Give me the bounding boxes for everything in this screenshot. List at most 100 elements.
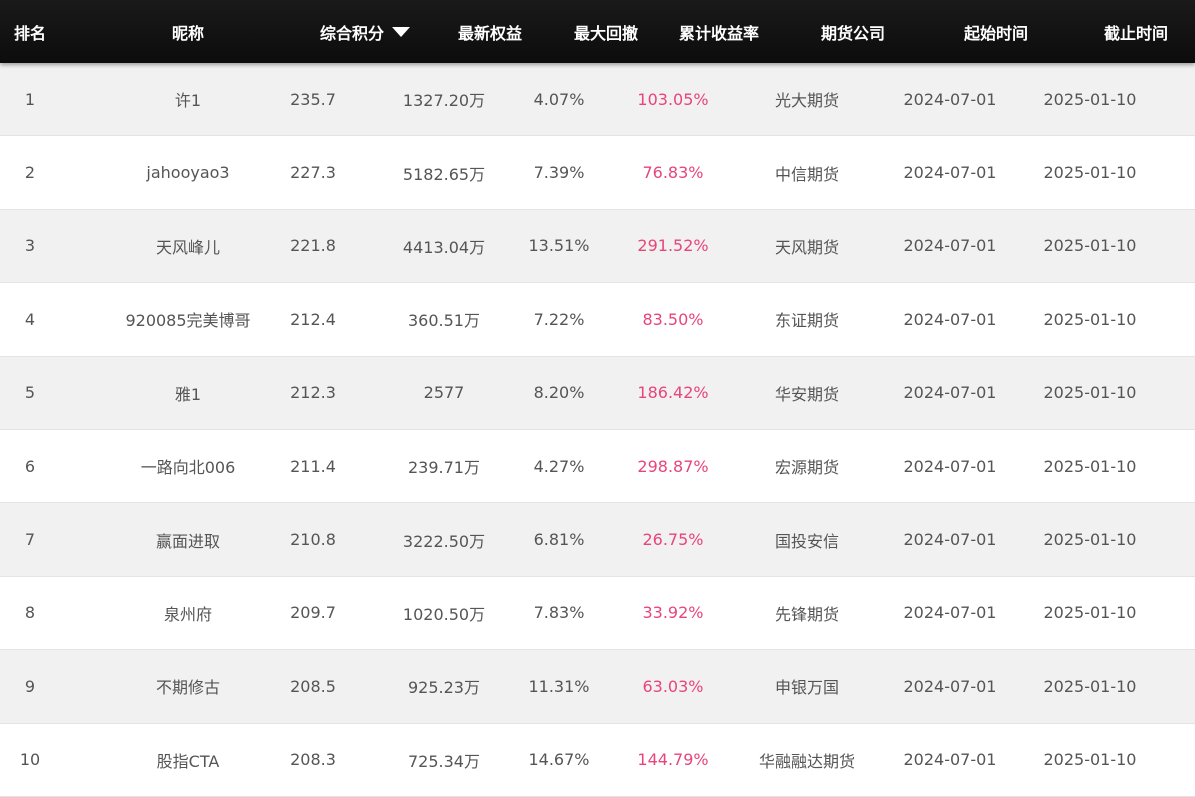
- cell-start-time: 2024-07-01: [903, 163, 997, 183]
- cell-end-time: 2025-01-10: [1043, 383, 1137, 403]
- table-header: 排名 昵称 综合积分 最新权益 最大回撤 累计收益率 期货公司 起始时间 截止时…: [0, 0, 1195, 63]
- cell-broker: 宏源期货: [774, 458, 839, 478]
- cell-rank: 8: [24, 603, 36, 623]
- cell-drawdown: 7.83%: [533, 603, 585, 623]
- cell-score: 221.8: [290, 236, 336, 256]
- table-row[interactable]: 4 920085完美博哥 212.4 360.51万 7.22% 83.50% …: [0, 283, 1195, 357]
- cell-equity: 925.23万: [408, 678, 480, 698]
- cell-return: 26.75%: [642, 530, 704, 550]
- table-row[interactable]: 2 jahooyao3 227.3 5182.65万 7.39% 76.83% …: [0, 136, 1195, 210]
- cell-end-time: 2025-01-10: [1043, 236, 1137, 256]
- cell-broker: 华融融达期货: [758, 751, 855, 771]
- cell-end-time: 2025-01-10: [1043, 530, 1137, 550]
- cell-rank: 7: [24, 530, 36, 550]
- cell-return: 76.83%: [642, 163, 704, 183]
- cell-drawdown: 7.39%: [533, 163, 585, 183]
- cell-rank: 9: [24, 676, 36, 696]
- cell-broker: 光大期货: [774, 91, 839, 111]
- cell-rank: 6: [24, 456, 36, 476]
- cell-return: 144.79%: [637, 750, 709, 770]
- cell-broker: 中信期货: [774, 164, 839, 184]
- cell-return: 298.87%: [637, 456, 709, 476]
- cell-end-time: 2025-01-10: [1043, 89, 1137, 109]
- cell-end-time: 2025-01-10: [1043, 163, 1137, 183]
- cell-start-time: 2024-07-01: [903, 309, 997, 329]
- cell-drawdown: 6.81%: [533, 530, 585, 550]
- table-row[interactable]: 1 许1 235.7 1327.20万 4.07% 103.05% 光大期货 2…: [0, 63, 1195, 137]
- cell-score: 212.4: [290, 309, 336, 329]
- cell-score: 235.7: [290, 89, 336, 109]
- cell-start-time: 2024-07-01: [903, 603, 997, 623]
- cell-start-time: 2024-07-01: [903, 676, 997, 696]
- cell-end-time: 2025-01-10: [1043, 676, 1137, 696]
- cell-rank: 1: [24, 89, 36, 109]
- cell-return: 33.92%: [642, 603, 704, 623]
- cell-broker: 华安期货: [774, 384, 839, 404]
- cell-rank: 2: [24, 163, 36, 183]
- table-row[interactable]: 5 雅1 212.3 2577 8.20% 186.42% 华安期货 2024-…: [0, 356, 1195, 430]
- table-row[interactable]: 7 赢面进取 210.8 3222.50万 6.81% 26.75% 国投安信 …: [0, 503, 1195, 577]
- header-score-label: 综合积分: [319, 23, 384, 43]
- cell-equity: 360.51万: [408, 311, 480, 331]
- header-broker[interactable]: 期货公司: [800, 0, 906, 63]
- cell-end-time: 2025-01-10: [1043, 750, 1137, 770]
- cell-broker: 天风期货: [774, 237, 839, 257]
- cell-rank: 10: [19, 750, 41, 770]
- table-row[interactable]: 9 不期修古 208.5 925.23万 11.31% 63.03% 申银万国 …: [0, 650, 1195, 724]
- cell-return: 103.05%: [637, 89, 709, 109]
- cell-score: 212.3: [290, 383, 336, 403]
- table-row[interactable]: 3 天风峰儿 221.8 4413.04万 13.51% 291.52% 天风期…: [0, 209, 1195, 284]
- table-body: 1 许1 235.7 1327.20万 4.07% 103.05% 光大期货 2…: [0, 63, 1195, 797]
- ranking-table: 排名 昵称 综合积分 最新权益 最大回撤 累计收益率 期货公司 起始时间 截止时…: [0, 0, 1195, 797]
- cell-drawdown: 11.31%: [528, 676, 590, 696]
- cell-broker: 国投安信: [774, 531, 839, 551]
- cell-drawdown: 7.22%: [533, 309, 585, 329]
- cell-equity: 3222.50万: [402, 531, 486, 551]
- cell-score: 210.8: [290, 530, 336, 550]
- header-end-time[interactable]: 截止时间: [1086, 0, 1186, 63]
- cell-start-time: 2024-07-01: [903, 89, 997, 109]
- cell-end-time: 2025-01-10: [1043, 603, 1137, 623]
- header-equity[interactable]: 最新权益: [406, 0, 574, 63]
- cell-return: 291.52%: [637, 236, 709, 256]
- cell-rank: 5: [24, 383, 36, 403]
- cell-equity: 4413.04万: [402, 237, 486, 257]
- cell-start-time: 2024-07-01: [903, 530, 997, 550]
- cell-broker: 申银万国: [774, 678, 839, 698]
- header-start-time[interactable]: 起始时间: [906, 0, 1086, 63]
- cell-end-time: 2025-01-10: [1043, 456, 1137, 476]
- cell-broker: 先锋期货: [774, 604, 839, 624]
- cell-start-time: 2024-07-01: [903, 236, 997, 256]
- cell-rank: 3: [24, 236, 36, 256]
- cell-equity: 239.71万: [408, 458, 480, 478]
- table-row[interactable]: 6 一路向北006 211.4 239.71万 4.27% 298.87% 宏源…: [0, 429, 1195, 504]
- cell-drawdown: 14.67%: [528, 750, 590, 770]
- cell-equity: 1020.50万: [402, 604, 486, 624]
- cell-drawdown: 8.20%: [533, 383, 585, 403]
- cell-return: 63.03%: [642, 676, 704, 696]
- cell-drawdown: 4.07%: [533, 89, 585, 109]
- cell-score: 208.3: [290, 750, 336, 770]
- cell-rank: 4: [24, 309, 36, 329]
- cell-equity: 2577: [423, 383, 465, 403]
- header-rank[interactable]: 排名: [0, 0, 60, 63]
- cell-equity: 5182.65万: [402, 164, 486, 184]
- cell-drawdown: 13.51%: [528, 236, 590, 256]
- cell-equity: 1327.20万: [402, 91, 486, 111]
- cell-start-time: 2024-07-01: [903, 750, 997, 770]
- cell-score: 211.4: [290, 456, 336, 476]
- cell-return: 186.42%: [637, 383, 709, 403]
- cell-start-time: 2024-07-01: [903, 456, 997, 476]
- table-row[interactable]: 8 泉州府 209.7 1020.50万 7.83% 33.92% 先锋期货 2…: [0, 576, 1195, 651]
- table-row[interactable]: 10 股指CTA 208.3 725.34万 14.67% 144.79% 华融…: [0, 723, 1195, 797]
- header-return[interactable]: 累计收益率: [638, 0, 800, 63]
- header-drawdown[interactable]: 最大回撤: [574, 0, 638, 63]
- cell-score: 208.5: [290, 676, 336, 696]
- cell-equity: 725.34万: [408, 751, 480, 771]
- cell-drawdown: 4.27%: [533, 456, 585, 476]
- cell-start-time: 2024-07-01: [903, 383, 997, 403]
- cell-return: 83.50%: [642, 309, 704, 329]
- cell-end-time: 2025-01-10: [1043, 309, 1137, 329]
- cell-score: 227.3: [290, 163, 336, 183]
- cell-broker: 东证期货: [774, 311, 839, 331]
